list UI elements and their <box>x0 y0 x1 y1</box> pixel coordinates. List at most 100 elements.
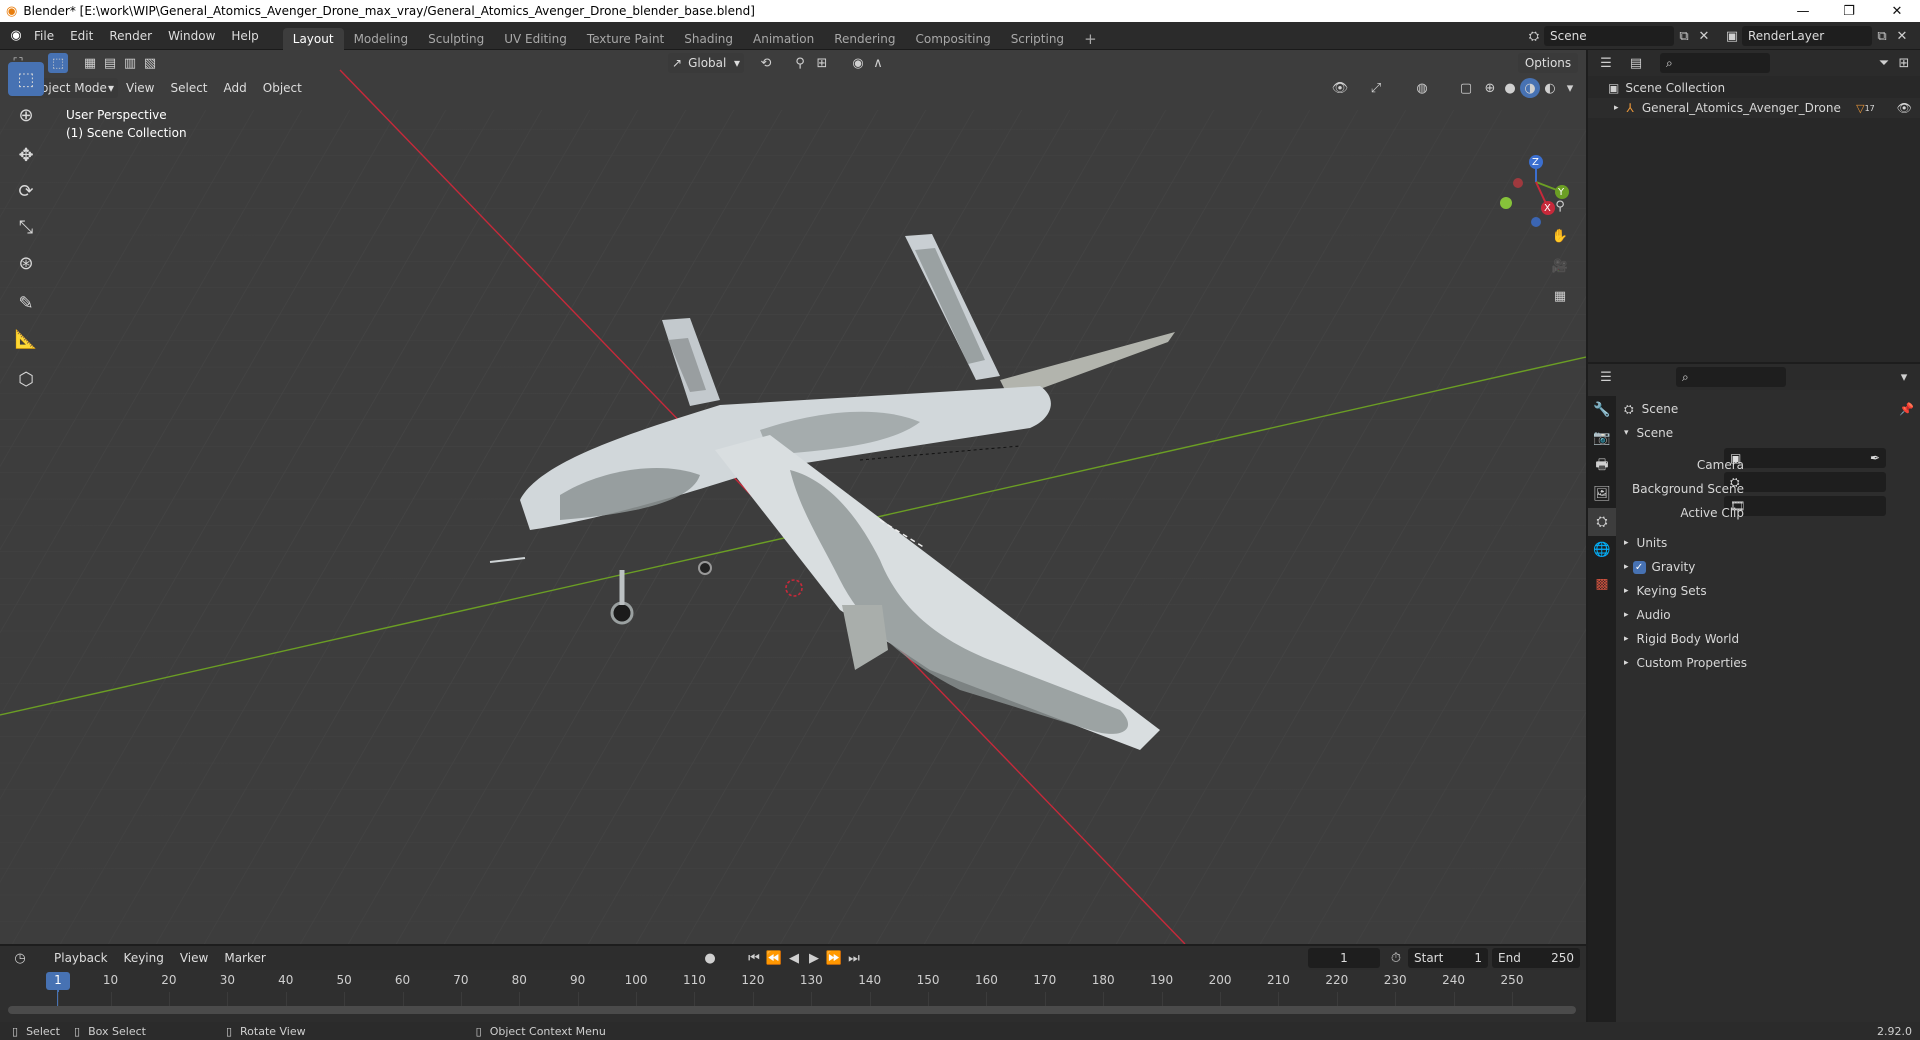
tab-sculpting[interactable]: Sculpting <box>418 28 494 50</box>
falloff-icon[interactable]: ∧ <box>868 53 888 73</box>
menu-edit[interactable]: Edit <box>62 22 101 50</box>
xray-icon[interactable]: ▢ <box>1456 78 1476 98</box>
gizmo-toggle-icon[interactable]: ⤢ <box>1366 78 1386 98</box>
viewport-menu-add[interactable]: Add <box>216 74 255 102</box>
camera-field[interactable]: ▣ ✒ <box>1724 448 1886 468</box>
tool-tab-icon[interactable]: 🔧 <box>1588 396 1616 424</box>
timeline-scrollbar[interactable] <box>8 1006 1576 1014</box>
properties-search-input[interactable]: ⌕ <box>1676 367 1786 387</box>
eye-icon[interactable]: 👁 <box>1897 101 1912 115</box>
delete-scene-icon[interactable]: ✕ <box>1694 26 1714 46</box>
background-scene-field[interactable]: ⛭ <box>1724 472 1886 492</box>
shading-options-icon[interactable]: ▾ <box>1560 78 1580 98</box>
new-collection-icon[interactable]: ⊞ <box>1894 53 1914 73</box>
timeline-menu-playback[interactable]: Playback <box>46 946 116 970</box>
scene-name-field[interactable]: Scene <box>1544 26 1674 46</box>
jump-end-icon[interactable]: ⏭ <box>844 948 864 968</box>
timeline-editor-icon[interactable]: ◷ <box>10 948 30 968</box>
add-cube-tool-icon[interactable]: ⬡ <box>8 362 44 396</box>
play-icon[interactable]: ▶ <box>804 948 824 968</box>
world-tab-icon[interactable]: 🌐 <box>1588 536 1616 564</box>
current-frame-field[interactable]: 1 <box>1308 948 1380 968</box>
camera-view-icon[interactable]: 🎥 <box>1550 256 1570 276</box>
keying-sets-panel[interactable]: ▸ Keying Sets <box>1624 580 1914 602</box>
audio-panel[interactable]: ▸ Audio <box>1624 604 1914 626</box>
tab-modeling[interactable]: Modeling <box>344 28 419 50</box>
menu-render[interactable]: Render <box>101 22 160 50</box>
timeline-menu-marker[interactable]: Marker <box>216 946 273 970</box>
tab-scripting[interactable]: Scripting <box>1001 28 1074 50</box>
mode-intersect-icon[interactable]: ▧ <box>140 53 160 73</box>
overlays-icon[interactable]: ◍ <box>1412 78 1432 98</box>
snap-target-icon[interactable]: ⊞ <box>812 53 832 73</box>
scale-tool-icon[interactable]: ⤡ <box>8 210 44 244</box>
mode-new-icon[interactable]: ▦ <box>80 53 100 73</box>
pin-icon[interactable]: 📌 <box>1899 402 1914 416</box>
timeline-menu-keying[interactable]: Keying <box>116 946 172 970</box>
visibility-icon[interactable]: 👁 <box>1330 78 1350 98</box>
proportional-edit-icon[interactable]: ◉ <box>848 53 868 73</box>
jump-keyframe-forward-icon[interactable]: ⏩ <box>824 948 844 968</box>
solid-shading-icon[interactable]: ● <box>1500 78 1520 98</box>
timeline-menu-view[interactable]: View <box>172 946 216 970</box>
annotate-tool-icon[interactable]: ✎ <box>8 286 44 320</box>
mode-subtract-icon[interactable]: ▥ <box>120 53 140 73</box>
minimize-button[interactable]: — <box>1780 0 1826 22</box>
rotate-tool-icon[interactable]: ⟳ <box>8 174 44 208</box>
active-clip-field[interactable]: 🎞 <box>1724 496 1886 516</box>
start-frame-field[interactable]: Start 1 <box>1408 948 1488 968</box>
options-dropdown[interactable]: Options <box>1518 53 1578 73</box>
rigid-body-world-panel[interactable]: ▸ Rigid Body World <box>1624 628 1914 650</box>
scene-selector[interactable]: ⛭ Scene ⧉ ✕ <box>1524 26 1714 46</box>
outliner-search-input[interactable]: ⌕ <box>1660 53 1770 73</box>
viewport-menu-view[interactable]: View <box>118 74 162 102</box>
menu-window[interactable]: Window <box>160 22 223 50</box>
units-panel[interactable]: ▸ Units <box>1624 532 1914 554</box>
wireframe-shading-icon[interactable]: ⊕ <box>1480 78 1500 98</box>
new-scene-icon[interactable]: ⧉ <box>1674 26 1694 46</box>
transform-tool-icon[interactable]: ⊛ <box>8 246 44 280</box>
ortho-grid-icon[interactable]: ▦ <box>1550 286 1570 306</box>
texture-tab-icon[interactable]: ▩ <box>1588 570 1616 598</box>
frame-ruler[interactable]: 1 10 20 30 40 50 60 70 80 90 100 110 120 130 140 150 160… <box>0 970 1586 1010</box>
mode-extend-icon[interactable]: ▤ <box>100 53 120 73</box>
rendered-shading-icon[interactable]: ◐ <box>1540 78 1560 98</box>
scene-panel-header[interactable]: ▾ Scene <box>1624 422 1914 444</box>
pan-hand-icon[interactable]: ✋ <box>1550 226 1570 246</box>
outliner-root[interactable]: ▣ Scene Collection <box>1608 78 1725 98</box>
tab-texture-paint[interactable]: Texture Paint <box>577 28 674 50</box>
blender-menu-icon[interactable]: ◉ <box>6 26 26 46</box>
3d-viewport[interactable]: Z Y X ⛶ ⬚ ▦ ▤ ▥ ▧ ↗ Global ▾ ⟲ ⚲ ⊞ ◉ ∧ O… <box>0 50 1586 944</box>
tab-uv-editing[interactable]: UV Editing <box>494 28 577 50</box>
expand-arrow-icon[interactable]: ▸ <box>1614 103 1619 113</box>
record-icon[interactable]: ● <box>700 948 720 968</box>
jump-keyframe-back-icon[interactable]: ⏪ <box>764 948 784 968</box>
add-workspace-button[interactable]: + <box>1074 28 1107 50</box>
properties-editor-icon[interactable]: ☰ <box>1596 367 1616 387</box>
viewport-menu-select[interactable]: Select <box>162 74 215 102</box>
close-button[interactable]: ✕ <box>1874 0 1920 22</box>
gravity-panel[interactable]: ▸ ✓ Gravity <box>1624 556 1914 578</box>
tab-layout[interactable]: Layout <box>282 27 344 50</box>
menu-file[interactable]: File <box>26 22 62 50</box>
pivot-point-icon[interactable]: ⟲ <box>756 53 776 73</box>
tab-shading[interactable]: Shading <box>674 28 743 50</box>
tab-compositing[interactable]: Compositing <box>905 28 1000 50</box>
filter-icon[interactable]: ⏷ <box>1874 53 1894 73</box>
transform-orientation-dropdown[interactable]: ↗ Global ▾ <box>668 53 744 73</box>
tab-rendering[interactable]: Rendering <box>824 28 905 50</box>
chevron-down-icon[interactable]: ▾ <box>1894 367 1914 387</box>
jump-start-icon[interactable]: ⏮ <box>744 948 764 968</box>
new-layer-icon[interactable]: ⧉ <box>1872 26 1892 46</box>
custom-properties-panel[interactable]: ▸ Custom Properties <box>1624 652 1914 674</box>
delete-layer-icon[interactable]: ✕ <box>1892 26 1912 46</box>
measure-tool-icon[interactable]: 📐 <box>8 322 44 356</box>
gravity-checkbox[interactable]: ✓ <box>1632 560 1646 574</box>
preview-range-icon[interactable]: ⏱ <box>1386 948 1406 968</box>
outliner-item[interactable]: ▸ ⅄ General_Atomics_Avenger_Drone ▽ 17 👁 <box>1588 98 1920 118</box>
layer-selector[interactable]: ▣ RenderLayer ⧉ ✕ <box>1722 26 1912 46</box>
layer-name-field[interactable]: RenderLayer <box>1742 26 1872 46</box>
outliner-editor-icon[interactable]: ☰ <box>1596 53 1616 73</box>
play-reverse-icon[interactable]: ◀ <box>784 948 804 968</box>
zoom-icon[interactable]: ⚲ <box>1550 196 1570 216</box>
